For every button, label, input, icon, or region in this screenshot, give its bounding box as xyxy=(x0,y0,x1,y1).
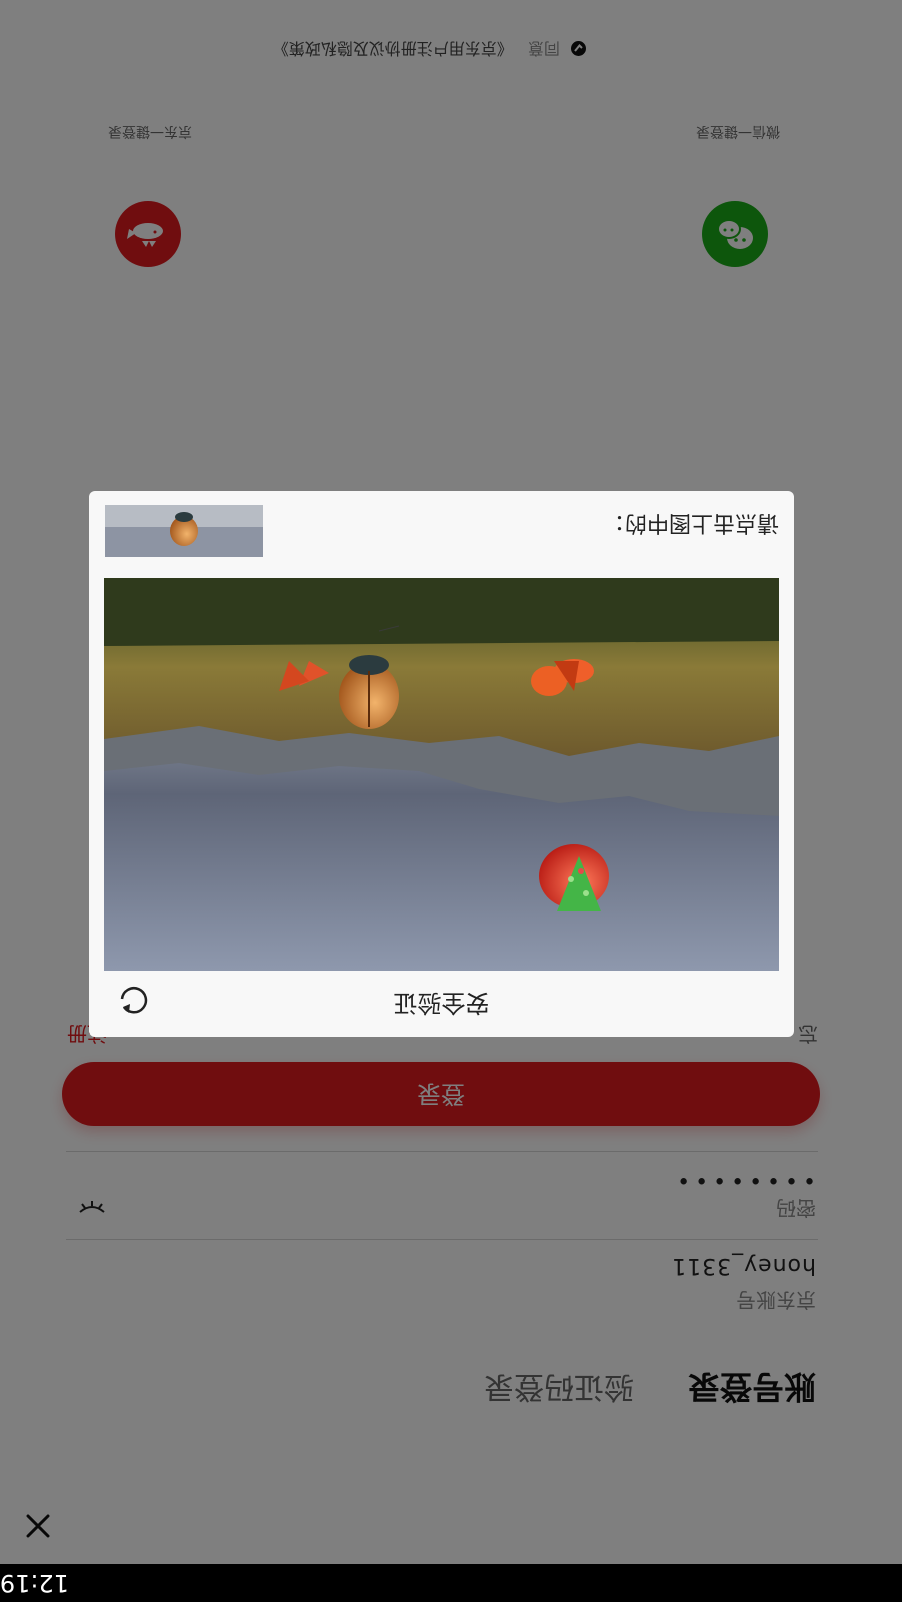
refresh-icon xyxy=(120,987,148,1014)
captcha-prompt: 请点击上图中的： xyxy=(602,510,779,535)
refresh-button[interactable] xyxy=(117,984,151,1018)
captcha-dialog: 安全验证 请点击上图中的： xyxy=(89,491,794,1037)
captcha-title: 安全验证 xyxy=(393,989,490,1017)
status-time: 12:19 xyxy=(0,1569,69,1597)
captcha-target-thumbnail xyxy=(105,505,263,557)
login-screen: 12:19 账号登录 验证码登录 京东账号 honey_3311 密码 ••••… xyxy=(0,0,902,1602)
captcha-image[interactable] xyxy=(104,578,779,971)
status-bar: 12:19 xyxy=(0,1564,902,1602)
